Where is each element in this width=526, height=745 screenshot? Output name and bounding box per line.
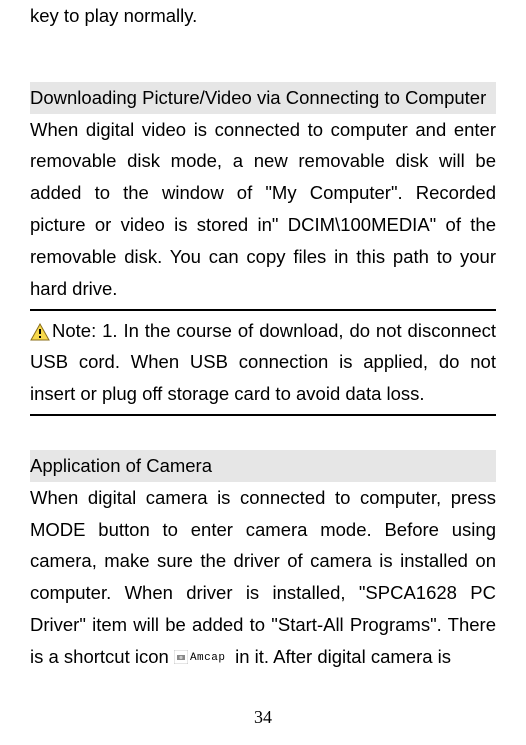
spacer: [30, 32, 496, 80]
amcap-shortcut-icon: Amcap: [174, 649, 230, 667]
section1-note: Note: 1. In the course of download, do n…: [30, 315, 496, 410]
amcap-label: Amcap: [190, 652, 226, 664]
section1-paragraph: When digital video is connected to compu…: [30, 114, 496, 305]
divider-top: [30, 309, 496, 311]
spacer: [30, 420, 496, 448]
section1-heading: Downloading Picture/Video via Connecting…: [30, 82, 496, 114]
section2-text-part1: When digital camera is connected to comp…: [30, 487, 496, 667]
amcap-glyph-icon: [174, 650, 188, 664]
section2-paragraph: When digital camera is connected to comp…: [30, 482, 496, 673]
divider-bottom: [30, 414, 496, 416]
section2-text-part2: in it. After digital camera is: [230, 646, 451, 667]
section2-heading: Application of Camera: [30, 450, 496, 482]
warning-icon: [30, 323, 50, 341]
page-number: 34: [0, 702, 526, 733]
note-text: Note: 1. In the course of download, do n…: [30, 320, 496, 405]
intro-fragment: key to play normally.: [30, 0, 496, 32]
